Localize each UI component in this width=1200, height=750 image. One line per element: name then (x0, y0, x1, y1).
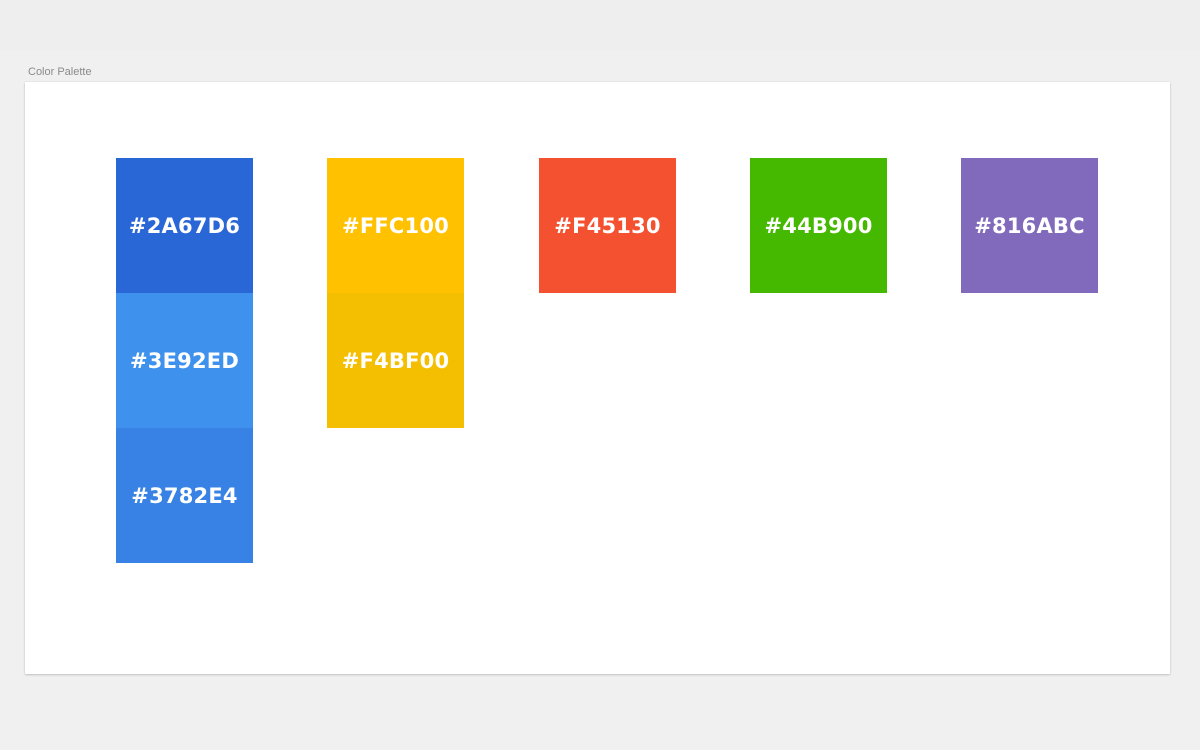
swatch-column-yellow: #FFC100 #F4BF00 (327, 158, 464, 428)
color-swatch-2a67d6[interactable]: #2A67D6 (116, 158, 253, 293)
swatch-hex-label: #3782E4 (131, 483, 238, 508)
color-swatch-f45130[interactable]: #F45130 (539, 158, 676, 293)
color-swatch-ffc100[interactable]: #FFC100 (327, 158, 464, 293)
color-swatch-3782e4[interactable]: #3782E4 (116, 428, 253, 563)
swatch-hex-label: #816ABC (974, 213, 1085, 238)
swatch-column-blue: #2A67D6 #3E92ED #3782E4 (116, 158, 253, 563)
swatch-column-green: #44B900 (750, 158, 887, 293)
canvas: Color Palette #2A67D6 #3E92ED #3782E4 #F… (0, 0, 1200, 750)
artboard-title[interactable]: Color Palette (28, 66, 92, 79)
color-swatch-816abc[interactable]: #816ABC (961, 158, 1098, 293)
swatch-hex-label: #3E92ED (130, 348, 239, 373)
color-swatch-f4bf00[interactable]: #F4BF00 (327, 293, 464, 428)
swatch-column-orange: #F45130 (539, 158, 676, 293)
swatch-hex-label: #F4BF00 (341, 348, 450, 373)
swatch-hex-label: #FFC100 (342, 213, 449, 238)
toolbar-area (0, 0, 1200, 50)
swatch-column-purple: #816ABC (961, 158, 1098, 293)
swatch-hex-label: #44B900 (764, 213, 873, 238)
swatch-hex-label: #2A67D6 (128, 213, 241, 238)
swatch-hex-label: #F45130 (554, 213, 661, 238)
artboard-color-palette[interactable]: #2A67D6 #3E92ED #3782E4 #FFC100 #F4BF00 … (25, 82, 1170, 674)
color-swatch-3e92ed[interactable]: #3E92ED (116, 293, 253, 428)
color-swatch-44b900[interactable]: #44B900 (750, 158, 887, 293)
